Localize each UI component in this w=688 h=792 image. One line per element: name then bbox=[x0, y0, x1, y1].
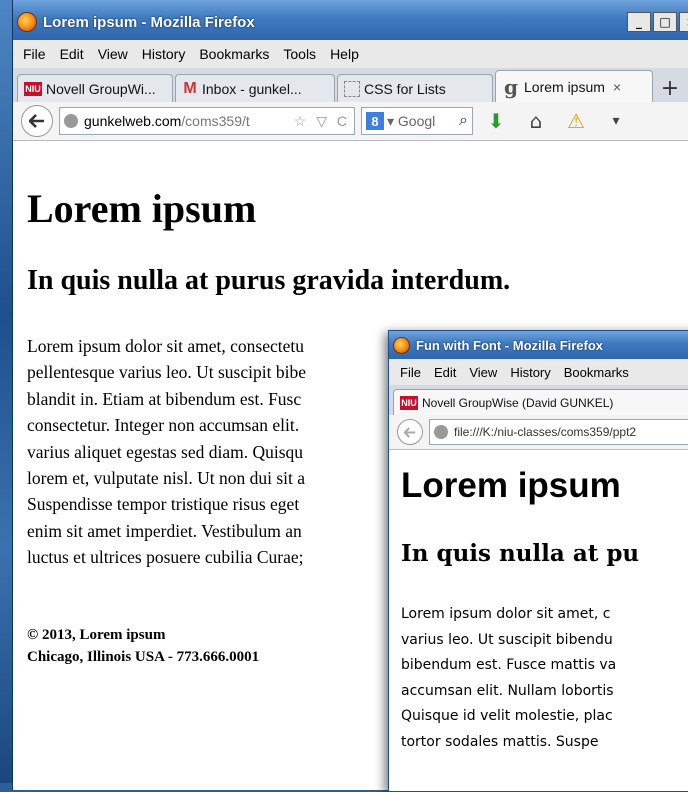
search-placeholder: ▾ Googl bbox=[387, 112, 436, 129]
tab-label: Novell GroupWi... bbox=[46, 80, 156, 97]
navigation-toolbar: gunkelweb.com/coms359/t ☆ ▽ C 8 ▾ Googl … bbox=[13, 102, 688, 141]
paragraph-line: bibendum est. Fusce mattis va bbox=[401, 657, 617, 673]
body-paragraph: Lorem ipsum dolor sit amet, c varius leo… bbox=[401, 602, 688, 755]
menu-history[interactable]: History bbox=[510, 365, 550, 380]
tab-label: Lorem ipsum bbox=[524, 78, 605, 95]
search-box[interactable]: 8 ▾ Googl ⌕ bbox=[361, 107, 473, 135]
menu-edit[interactable]: Edit bbox=[434, 365, 456, 380]
paragraph-line: accumsan elit. Nullam lobortis bbox=[401, 682, 614, 699]
paragraph-line: tortor sodales mattis. Suspe bbox=[401, 733, 599, 750]
tab-groupwise[interactable]: NIU Novell GroupWi... bbox=[17, 74, 173, 102]
tab-strip: NIU Novell GroupWi... M Inbox - gunkel..… bbox=[13, 68, 688, 102]
tab-label: CSS for Lists bbox=[364, 80, 446, 97]
paragraph-line: pellentesque varius leo. Ut suscipit bib… bbox=[27, 362, 306, 383]
g-favicon-icon: g bbox=[504, 74, 518, 99]
menu-edit[interactable]: Edit bbox=[60, 46, 84, 62]
page-heading: Lorem ipsum bbox=[27, 186, 257, 231]
paragraph-line: varius leo. Ut suscipit bibendu bbox=[401, 631, 613, 648]
home-icon[interactable]: ⌂ bbox=[519, 109, 553, 133]
menu-view[interactable]: View bbox=[98, 46, 128, 62]
menu-file[interactable]: File bbox=[23, 46, 46, 62]
page-subheading: In quis nulla at purus gravida interdum. bbox=[27, 265, 511, 296]
title-bar[interactable]: Lorem ipsum - Mozilla Firefox _ □ × bbox=[13, 0, 688, 40]
new-tab-button[interactable]: + bbox=[655, 74, 685, 102]
firefox-icon bbox=[393, 336, 410, 354]
gmail-favicon-icon: M bbox=[183, 79, 197, 97]
menu-tools[interactable]: Tools bbox=[283, 46, 316, 62]
back-button[interactable] bbox=[21, 105, 53, 137]
globe-icon bbox=[434, 425, 448, 439]
firefox-icon bbox=[17, 12, 37, 32]
paragraph-line: blandit in. Etiam at bibendum est. Fusc bbox=[27, 388, 302, 409]
minimize-button[interactable]: _ bbox=[627, 12, 651, 32]
paragraph-line: varius aliquet egestas sed diam. Quisqu bbox=[27, 441, 304, 462]
close-button[interactable]: × bbox=[679, 12, 688, 32]
niu-favicon-icon: NIU bbox=[400, 395, 418, 410]
maximize-button[interactable]: □ bbox=[653, 12, 677, 32]
menu-view[interactable]: View bbox=[469, 365, 497, 380]
window-title: Fun with Font - Mozilla Firefox bbox=[416, 337, 604, 353]
menu-help[interactable]: Help bbox=[330, 46, 359, 62]
niu-favicon-icon: NIU bbox=[24, 81, 42, 96]
menu-bar: File Edit View History Bookmarks bbox=[389, 359, 688, 385]
menu-bar: File Edit View History Bookmarks Tools H… bbox=[13, 40, 688, 68]
tab-strip: NIU Novell GroupWise (David GUNKEL) bbox=[389, 385, 688, 415]
back-button[interactable] bbox=[397, 419, 423, 445]
tab-css-lists[interactable]: CSS for Lists bbox=[337, 74, 493, 102]
window-title: Lorem ipsum - Mozilla Firefox bbox=[43, 13, 255, 31]
tab-gmail-inbox[interactable]: M Inbox - gunkel... bbox=[175, 74, 335, 102]
menu-bookmarks[interactable]: Bookmarks bbox=[564, 365, 629, 380]
tab-lorem-ipsum[interactable]: g Lorem ipsum × bbox=[495, 70, 653, 102]
url-path: /coms359/t bbox=[181, 113, 250, 129]
menu-history[interactable]: History bbox=[142, 46, 186, 62]
title-bar[interactable]: Fun with Font - Mozilla Firefox bbox=[389, 331, 688, 359]
download-icon[interactable]: ⬇ bbox=[479, 109, 513, 133]
paragraph-line: luctus et ultrices posuere cubilia Curae… bbox=[27, 547, 304, 568]
paragraph-line: Suspendisse tempor tristique risus eget bbox=[27, 494, 300, 515]
menu-file[interactable]: File bbox=[400, 365, 421, 380]
paragraph-line: lorem et, vulputate nisl. Ut non dui sit… bbox=[27, 468, 306, 489]
tab-label: Novell GroupWise (David GUNKEL) bbox=[422, 395, 614, 410]
globe-icon bbox=[64, 114, 78, 128]
url-host: gunkelweb.com bbox=[84, 113, 182, 129]
address-bar[interactable]: file:///K:/niu-classes/coms359/ppt2 bbox=[429, 419, 688, 445]
url-text: file:///K:/niu-classes/coms359/ppt2 bbox=[454, 425, 637, 439]
back-arrow-icon bbox=[29, 114, 44, 128]
search-icon[interactable]: ⌕ bbox=[459, 112, 468, 130]
paragraph-line: Lorem ipsum dolor sit amet, consectetu bbox=[27, 336, 305, 356]
page-heading: Lorem ipsum bbox=[401, 466, 621, 505]
google-engine-icon[interactable]: 8 bbox=[366, 112, 384, 130]
footer-address: Chicago, Illinois USA - 773.666.0001 bbox=[27, 649, 260, 665]
navigation-toolbar: file:///K:/niu-classes/coms359/ppt2 bbox=[389, 415, 688, 450]
bookmark-star-reload-icons[interactable]: ☆ ▽ C bbox=[294, 113, 350, 130]
paragraph-line: Lorem ipsum dolor sit amet, c bbox=[401, 606, 611, 622]
body-paragraph: Lorem ipsum dolor sit amet, consectetu p… bbox=[27, 333, 397, 571]
tab-groupwise[interactable]: NIU Novell GroupWise (David GUNKEL) bbox=[393, 389, 688, 415]
page-subheading: In quis nulla at pu bbox=[401, 540, 640, 567]
menu-dropdown-icon[interactable]: ▾ bbox=[599, 113, 633, 129]
paragraph-line: consectetur. Integer non accumsan elit. bbox=[27, 415, 300, 436]
tab-label: Inbox - gunkel... bbox=[202, 80, 302, 97]
paragraph-line: Quisque id velit molestie, plac bbox=[401, 708, 613, 724]
warning-icon[interactable]: ⚠ bbox=[559, 109, 593, 133]
footer-copyright: © 2013, Lorem ipsum bbox=[27, 627, 166, 643]
blank-page-icon bbox=[344, 80, 360, 97]
paragraph-line: enim sit amet imperdiet. Vestibulum an bbox=[27, 520, 302, 541]
back-arrow-icon bbox=[404, 426, 416, 438]
tab-close-icon[interactable]: × bbox=[613, 79, 621, 95]
page-footer: © 2013, Lorem ipsum Chicago, Illinois US… bbox=[27, 624, 259, 668]
menu-bookmarks[interactable]: Bookmarks bbox=[199, 46, 269, 62]
firefox-window-fun-with-font[interactable]: Fun with Font - Mozilla Firefox File Edi… bbox=[388, 330, 688, 792]
address-bar[interactable]: gunkelweb.com/coms359/t ☆ ▽ C bbox=[59, 107, 355, 135]
